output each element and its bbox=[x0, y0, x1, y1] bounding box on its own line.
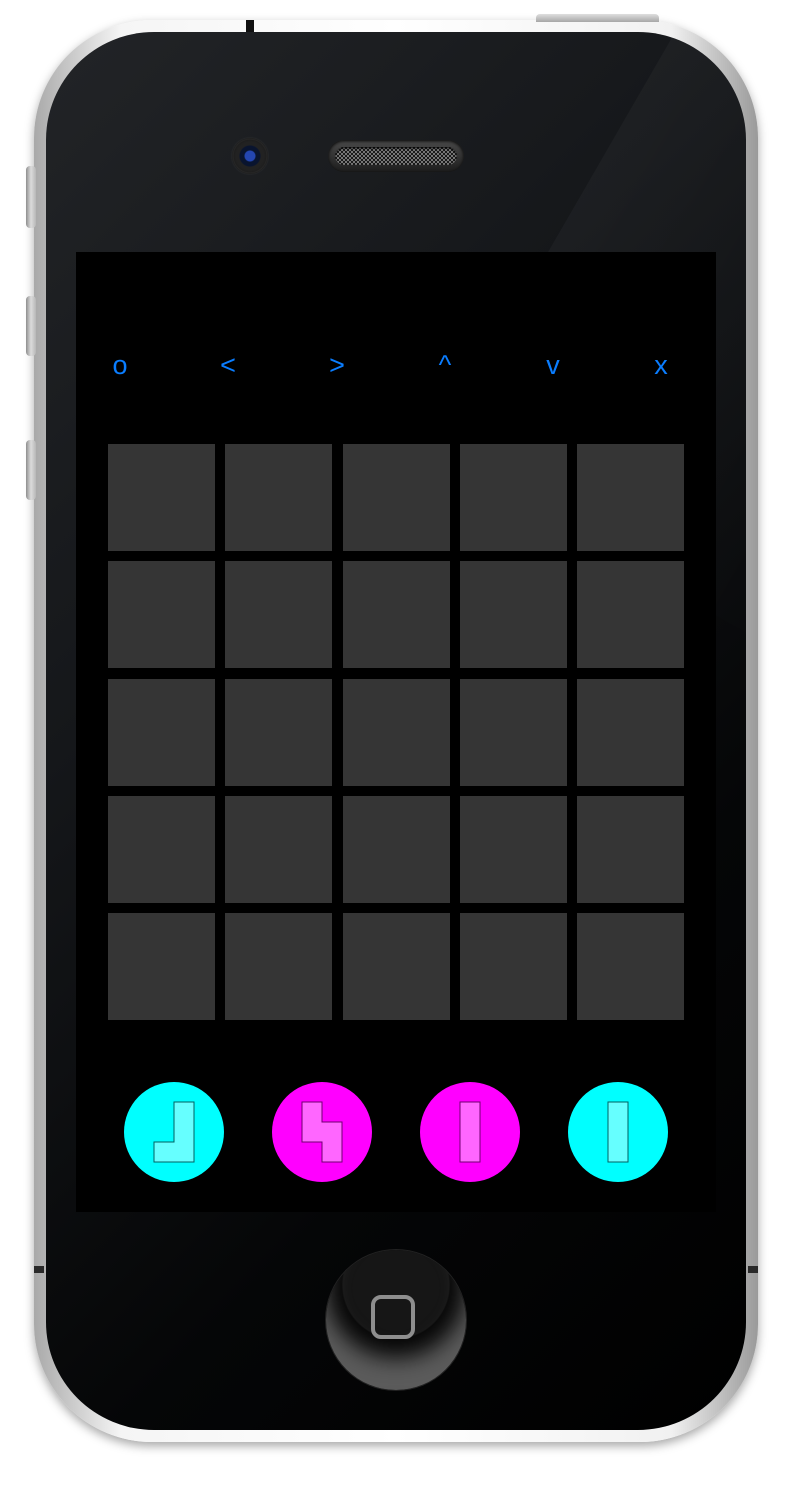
volume-up-button bbox=[26, 296, 36, 356]
move-right-button[interactable]: > bbox=[308, 345, 366, 385]
move-left-button[interactable]: < bbox=[199, 345, 257, 385]
board-cell[interactable] bbox=[577, 678, 684, 786]
right-frame-line bbox=[748, 1266, 758, 1273]
top-notch bbox=[246, 20, 254, 32]
board-cell[interactable] bbox=[108, 913, 215, 1020]
board-cell[interactable] bbox=[108, 678, 215, 786]
control-bar: o < > ^ v x bbox=[76, 345, 716, 385]
board-cell[interactable] bbox=[342, 561, 450, 669]
mute-switch bbox=[26, 166, 36, 228]
home-button[interactable] bbox=[326, 1250, 466, 1390]
home-square-icon bbox=[371, 1295, 415, 1339]
left-frame-line bbox=[34, 1266, 44, 1273]
l-tetromino-icon bbox=[153, 1101, 195, 1163]
board-cell[interactable] bbox=[459, 444, 567, 551]
game-screen: o < > ^ v x bbox=[76, 252, 716, 1212]
board-cell[interactable] bbox=[225, 678, 333, 786]
board-cell[interactable] bbox=[459, 795, 567, 903]
board-cell[interactable] bbox=[108, 795, 215, 903]
game-board bbox=[108, 444, 684, 1020]
board-cell[interactable] bbox=[459, 561, 567, 669]
board-cell[interactable] bbox=[342, 913, 450, 1020]
board-cell[interactable] bbox=[577, 444, 684, 551]
board-cell[interactable] bbox=[459, 678, 567, 786]
move-down-button[interactable]: v bbox=[524, 345, 582, 385]
volume-down-button bbox=[26, 440, 36, 500]
board-cell[interactable] bbox=[577, 561, 684, 669]
board-cell[interactable] bbox=[225, 561, 333, 669]
board-cell[interactable] bbox=[225, 913, 333, 1020]
board-cell[interactable] bbox=[342, 444, 450, 551]
front-camera bbox=[232, 138, 268, 174]
board-cell[interactable] bbox=[108, 444, 215, 551]
board-cell[interactable] bbox=[577, 795, 684, 903]
s-piece-button[interactable] bbox=[272, 1082, 372, 1182]
board-cell[interactable] bbox=[108, 561, 215, 669]
board-cell[interactable] bbox=[342, 795, 450, 903]
speaker bbox=[328, 140, 464, 172]
board-cell[interactable] bbox=[225, 444, 333, 551]
move-up-button[interactable]: ^ bbox=[416, 345, 474, 385]
bar-tetromino-icon bbox=[607, 1101, 629, 1163]
board-cell[interactable] bbox=[577, 913, 684, 1020]
l-piece-button[interactable] bbox=[124, 1082, 224, 1182]
speaker-grill bbox=[335, 147, 457, 165]
bar-tetromino-icon bbox=[459, 1101, 481, 1163]
board-cell[interactable] bbox=[225, 795, 333, 903]
s-tetromino-icon bbox=[301, 1101, 343, 1163]
board-cell[interactable] bbox=[342, 678, 450, 786]
power-button bbox=[536, 14, 659, 22]
magenta-bar-piece-button[interactable] bbox=[420, 1082, 520, 1182]
board-cell[interactable] bbox=[459, 913, 567, 1020]
close-button[interactable]: x bbox=[632, 345, 690, 385]
rotate-button[interactable]: o bbox=[91, 345, 149, 385]
cyan-bar-piece-button[interactable] bbox=[568, 1082, 668, 1182]
